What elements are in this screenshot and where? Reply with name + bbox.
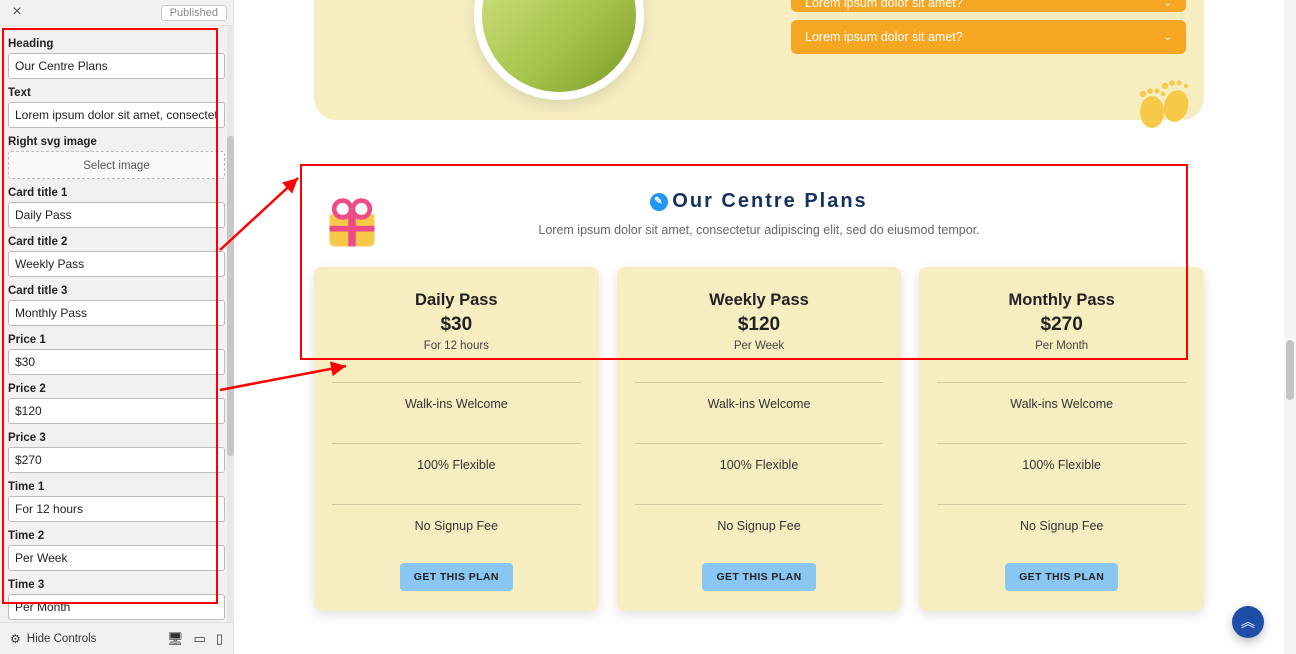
hero-image-circle [474,0,644,100]
published-status[interactable]: Published [161,5,227,21]
mobile-icon[interactable]: ▯ [216,631,223,647]
plan-feature: 100% Flexible [937,443,1186,486]
hide-controls-button[interactable]: ⚙ Hide Controls [10,632,96,646]
card-title-1-input[interactable] [8,202,225,228]
plan-card-monthly: Monthly Pass $270 Per Month Walk-ins Wel… [919,267,1204,611]
plan-card-daily: Daily Pass $30 For 12 hours Walk-ins Wel… [314,267,599,611]
plan-card-title: Daily Pass [332,291,581,310]
plan-feature: Walk-ins Welcome [635,382,884,425]
gear-icon: ⚙ [10,632,21,646]
plans-section-title: ✎ Our Centre Plans [650,190,867,213]
price-2-input[interactable] [8,398,225,424]
plan-feature: No Signup Fee [635,504,884,547]
heading-input[interactable] [8,53,225,79]
sidebar-scrollbar-track[interactable] [227,26,234,622]
hero-cream-band: Lorem ipsum dolor sit amet? ⌄ Lorem ipsu… [314,0,1204,120]
plans-section-subtitle: Lorem ipsum dolor sit amet, consectetur … [314,223,1204,237]
get-plan-button[interactable]: GET THIS PLAN [1005,563,1118,591]
plan-feature: No Signup Fee [937,504,1186,547]
get-plan-button[interactable]: GET THIS PLAN [702,563,815,591]
edit-icon[interactable]: ✎ [650,193,668,211]
inspector-sidebar: × Published Heading Text Right svg image… [0,0,234,654]
field-label-time-3: Time 3 [8,579,225,591]
field-label-text: Text [8,87,225,99]
sidebar-scrollbar-thumb[interactable] [227,136,234,456]
desktop-icon[interactable]: 🖥 [167,631,184,647]
select-image-button[interactable]: Select image [8,151,225,179]
get-plan-button[interactable]: GET THIS PLAN [400,563,513,591]
feet-icon [1132,72,1196,136]
field-label-price-3: Price 3 [8,432,225,444]
plan-feature: Walk-ins Welcome [937,382,1186,425]
plan-card-price: $30 [332,314,581,336]
plan-cards-row: Daily Pass $30 For 12 hours Walk-ins Wel… [314,267,1204,611]
field-label-card-title-2: Card title 2 [8,236,225,248]
page-preview: Lorem ipsum dolor sit amet? ⌄ Lorem ipsu… [234,0,1296,654]
chevron-down-icon: ⌄ [1164,0,1172,9]
time-2-input[interactable] [8,545,225,571]
accordion-item-2[interactable]: Lorem ipsum dolor sit amet? ⌄ [791,20,1186,54]
card-title-3-input[interactable] [8,300,225,326]
field-label-heading: Heading [8,38,225,50]
close-icon[interactable]: × [6,2,28,24]
gift-icon [322,194,382,254]
plan-card-price: $270 [937,314,1186,336]
scroll-to-top-button[interactable]: ︽ [1232,606,1264,638]
faq-accordion: Lorem ipsum dolor sit amet? ⌄ Lorem ipsu… [791,0,1186,62]
device-preview-icons: 🖥 ▭ ▯ [167,631,223,647]
preview-scrollbar-track[interactable] [1284,0,1296,654]
field-label-price-1: Price 1 [8,334,225,346]
hide-controls-label: Hide Controls [27,633,97,645]
plan-card-weekly: Weekly Pass $120 Per Week Walk-ins Welco… [617,267,902,611]
plan-feature: 100% Flexible [332,443,581,486]
preview-scrollbar-thumb[interactable] [1286,340,1294,400]
field-label-card-title-1: Card title 1 [8,187,225,199]
plan-feature: No Signup Fee [332,504,581,547]
field-label-card-title-3: Card title 3 [8,285,225,297]
accordion-item-1[interactable]: Lorem ipsum dolor sit amet? ⌄ [791,0,1186,12]
plan-card-title: Weekly Pass [635,291,884,310]
sidebar-bottom-bar: ⚙ Hide Controls 🖥 ▭ ▯ [0,622,233,654]
plan-card-time: Per Month [937,340,1186,352]
plan-card-time: Per Week [635,340,884,352]
accordion-item-2-label: Lorem ipsum dolor sit amet? [805,30,963,44]
plan-feature: Walk-ins Welcome [332,382,581,425]
field-label-right-svg: Right svg image [8,136,225,148]
chevron-up-icon: ︽ [1241,612,1255,632]
plan-card-time: For 12 hours [332,340,581,352]
plans-section: ✎ Our Centre Plans Lorem ipsum dolor sit… [234,190,1284,611]
field-label-time-2: Time 2 [8,530,225,542]
chevron-down-icon: ⌄ [1164,32,1172,43]
plan-card-price: $120 [635,314,884,336]
time-1-input[interactable] [8,496,225,522]
price-1-input[interactable] [8,349,225,375]
card-title-2-input[interactable] [8,251,225,277]
plans-title-text: Our Centre Plans [672,190,867,213]
price-3-input[interactable] [8,447,225,473]
time-3-input[interactable] [8,594,225,620]
plan-card-title: Monthly Pass [937,291,1186,310]
plan-feature: 100% Flexible [635,443,884,486]
accordion-item-1-label: Lorem ipsum dolor sit amet? [805,0,963,10]
field-label-price-2: Price 2 [8,383,225,395]
tablet-icon[interactable]: ▭ [194,631,206,647]
sidebar-top-bar: × Published [0,0,233,26]
text-input[interactable] [8,102,225,128]
field-label-time-1: Time 1 [8,481,225,493]
sidebar-fields-scroll[interactable]: Heading Text Right svg image Select imag… [0,26,233,622]
